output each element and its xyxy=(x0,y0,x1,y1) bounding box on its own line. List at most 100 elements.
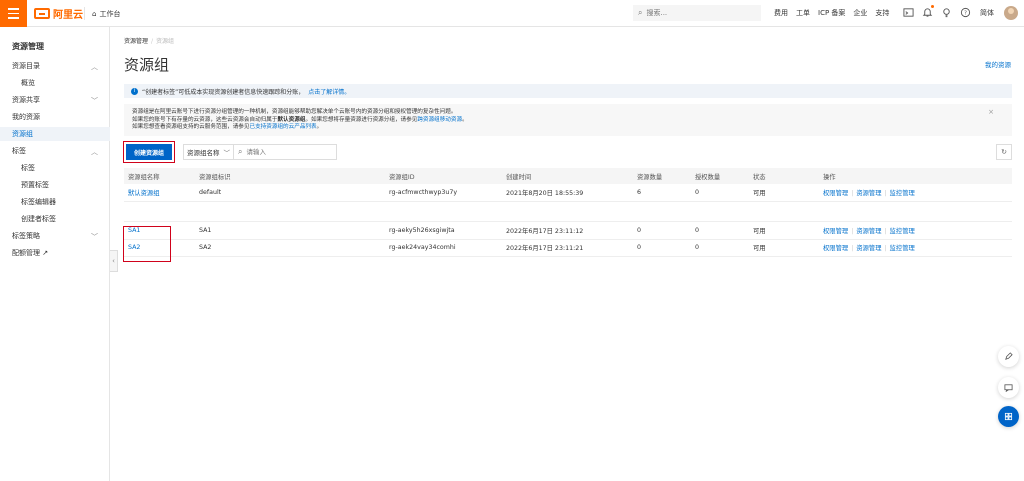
chevron-left-icon: ‹ xyxy=(112,257,115,265)
sidebar-item-resource-group[interactable]: 资源组 xyxy=(0,127,110,141)
ops-separator: | xyxy=(851,227,854,235)
close-icon[interactable]: × xyxy=(988,108,994,117)
cloud-shell-icon[interactable] xyxy=(903,7,914,18)
notice-line-2: 如果您的账号下有存量的云资源，这些云资源会自动归属于默认资源组。如果您想将存量资… xyxy=(132,117,1004,125)
notice-line-1: 资源组是在阿里云账号下进行资源分组管理的一种机制，资源组能够帮助您解决单个云账号… xyxy=(132,109,457,115)
monitor-manage-link[interactable]: 监控管理 xyxy=(890,190,915,197)
notification-dot xyxy=(931,5,934,8)
chevron-down-icon: ﹀ xyxy=(223,149,231,157)
workbench-link[interactable]: ⌂ 工作台 xyxy=(92,7,120,20)
supported-products-link[interactable]: 已支持资源组的云产品列表 xyxy=(249,124,316,130)
language-switch[interactable]: 简体 xyxy=(980,8,994,18)
notice-text: 。如果您想将存量资源进行资源分组，请参见 xyxy=(305,116,418,123)
resource-manage-link[interactable]: 资源管理 xyxy=(856,245,881,252)
breadcrumb-root[interactable]: 资源管理 xyxy=(124,38,148,45)
col-header-name: 资源组名称 xyxy=(124,168,195,184)
sidebar-item-overview[interactable]: 概览 xyxy=(0,76,110,90)
menu-icon[interactable] xyxy=(0,0,27,27)
link-support[interactable]: 支持 xyxy=(875,8,889,18)
col-header-resources: 资源数量 xyxy=(633,168,691,184)
link-fee[interactable]: 费用 xyxy=(774,8,788,18)
sidebar-item-label: 标签编辑器 xyxy=(21,198,56,206)
monitor-manage-link[interactable]: 监控管理 xyxy=(890,228,915,235)
sidebar-item-resource-directory[interactable]: 资源目录 ︿ xyxy=(0,59,110,73)
chevron-down-icon: ﹀ xyxy=(91,97,98,105)
sidebar-item-tags[interactable]: 标签 ︿ xyxy=(0,144,110,158)
sidebar-item-my-resources[interactable]: 我的资源 xyxy=(0,110,110,124)
permission-manage-link[interactable]: 权限管理 xyxy=(823,245,848,252)
edit-icon xyxy=(1005,352,1013,360)
sidebar-item-tag[interactable]: 标签 xyxy=(0,161,110,175)
my-resources-link[interactable]: 我的资源 xyxy=(985,59,1011,69)
sidebar-item-label: 配额管理 ↗ xyxy=(12,249,49,257)
ops-separator: | xyxy=(884,245,887,253)
feedback-float-button[interactable] xyxy=(998,377,1019,398)
monitor-manage-link[interactable]: 监控管理 xyxy=(890,245,915,252)
logo-text: 阿里云 xyxy=(53,10,83,21)
link-icp[interactable]: ICP 备案 xyxy=(818,8,845,18)
aliyun-logo[interactable]: 阿里云 xyxy=(34,7,83,21)
top-icons: ? xyxy=(903,7,971,18)
edit-float-button[interactable] xyxy=(998,346,1019,367)
sidebar-item-label: 概览 xyxy=(21,79,35,87)
group-status: 可用 xyxy=(749,184,819,202)
ops-separator: | xyxy=(884,227,887,235)
row-ops: 权限管理 | 资源管理 | 监控管理 xyxy=(819,239,1012,257)
avatar[interactable] xyxy=(1004,6,1018,20)
link-ticket[interactable]: 工单 xyxy=(796,8,810,18)
group-created: 2022年6月17日 23:11:12 xyxy=(502,221,633,240)
notice-panel: 资源组是在阿里云账号下进行资源分组管理的一种机制，资源组能够帮助您解决单个云账号… xyxy=(124,104,1012,136)
link-enterprise[interactable]: 企业 xyxy=(853,8,867,18)
bell-icon[interactable] xyxy=(922,7,933,18)
filter-input[interactable] xyxy=(246,148,327,156)
ops-separator: | xyxy=(851,190,854,197)
group-auths: 0 xyxy=(691,239,749,257)
col-header-ident: 资源组标识 xyxy=(195,168,385,184)
lightbulb-icon[interactable] xyxy=(941,7,952,18)
resource-manage-link[interactable]: 资源管理 xyxy=(856,190,881,197)
top-links: 费用 工单 ICP 备案 企业 支持 xyxy=(774,8,889,18)
group-name-link[interactable]: 默认资源组 xyxy=(128,190,159,197)
notice-text: 。 xyxy=(462,116,468,123)
sidebar-item-tag-editor[interactable]: 标签编辑器 xyxy=(0,195,110,209)
table-row: SA2 SA2 rg-aek24vay34comhi 2022年6月17日 23… xyxy=(124,239,1012,257)
sidebar-item-label: 我的资源 xyxy=(12,113,40,121)
workbench-label: 工作台 xyxy=(99,9,121,18)
apps-float-button[interactable] xyxy=(998,406,1019,427)
notice-bold: 默认资源组 xyxy=(277,116,306,123)
info-icon: i xyxy=(131,87,138,95)
home-icon: ⌂ xyxy=(92,9,97,18)
sidebar-item-tag-policy[interactable]: 标签策略 ﹀ xyxy=(0,229,110,243)
notice-text: 如果您想查看资源组支持的云服务范围，请参见 xyxy=(132,124,250,130)
refresh-button[interactable]: ↻ xyxy=(996,144,1012,160)
sidebar-item-creator-tags[interactable]: 创建者标签 xyxy=(0,212,110,226)
search-icon: ⌕ xyxy=(638,8,643,17)
divider xyxy=(84,7,85,20)
group-id: rg-acfmwcthwyp3u7y xyxy=(385,184,502,202)
sidebar-item-quota[interactable]: 配额管理 ↗ xyxy=(0,246,110,260)
ops-separator: | xyxy=(884,190,887,197)
permission-manage-link[interactable]: 权限管理 xyxy=(823,190,848,197)
col-header-ops: 操作 xyxy=(819,168,1012,184)
group-created: 2021年8月20日 18:55:39 xyxy=(502,184,633,202)
sidebar-collapse-handle[interactable]: ‹ xyxy=(110,250,118,272)
sidebar-item-label: 创建者标签 xyxy=(21,215,56,223)
filter-field-select[interactable]: 资源组名称 ﹀ xyxy=(183,144,233,160)
search-icon: ⌕ xyxy=(238,147,243,156)
help-icon[interactable]: ? xyxy=(960,7,971,18)
resource-manage-link[interactable]: 资源管理 xyxy=(856,228,881,235)
notice-text: 如果您的账号下有存量的云资源，这些云资源会自动归属于 xyxy=(132,116,278,123)
group-ident: default xyxy=(195,184,385,202)
sidebar-item-preset-tags[interactable]: 预置标签 xyxy=(0,178,110,192)
breadcrumb-current: 资源组 xyxy=(156,38,175,45)
chevron-up-icon: ︿ xyxy=(91,148,98,156)
info-learn-more-link[interactable]: 点击了解详情。 xyxy=(308,87,350,96)
col-header-created: 创建时间 xyxy=(502,168,633,184)
global-search[interactable]: ⌕ xyxy=(633,5,761,21)
sidebar-item-resource-sharing[interactable]: 资源共享 ﹀ xyxy=(0,93,110,107)
filter-search[interactable]: ⌕ xyxy=(233,144,337,160)
search-input[interactable] xyxy=(646,9,747,17)
table-header-row: 资源组名称 资源组标识 资源组ID 创建时间 资源数量 授权数量 状态 操作 xyxy=(124,168,1012,184)
move-resources-link[interactable]: 跨资源组移动资源 xyxy=(417,117,462,123)
permission-manage-link[interactable]: 权限管理 xyxy=(823,228,848,235)
